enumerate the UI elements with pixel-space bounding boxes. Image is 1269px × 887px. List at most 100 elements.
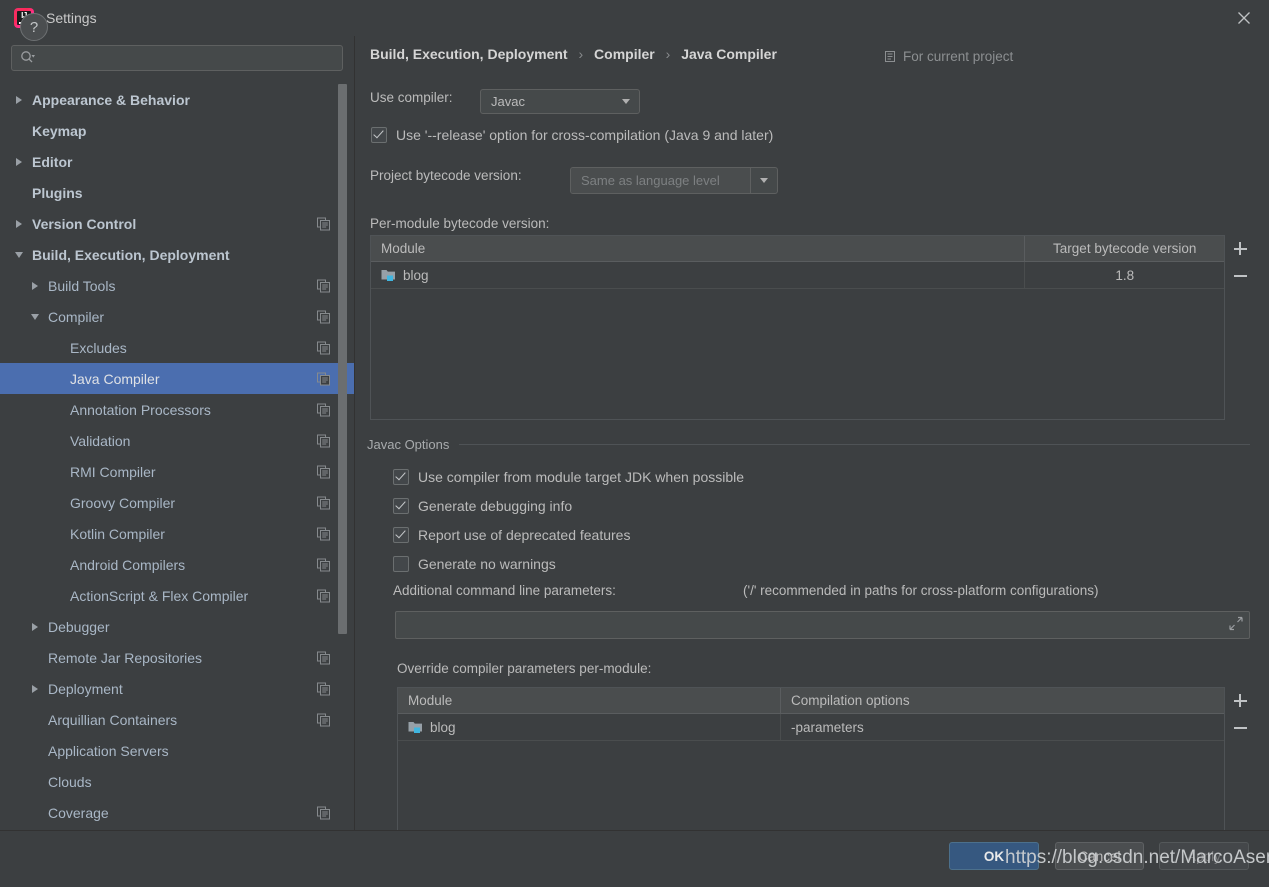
add-override-button[interactable] bbox=[1227, 687, 1253, 714]
sidebar-item-actionscript-flex-compiler[interactable]: ActionScript & Flex Compiler bbox=[0, 580, 354, 611]
sidebar-item-version-control[interactable]: Version Control bbox=[0, 208, 354, 239]
project-bytecode-dropdown[interactable]: Same as language level bbox=[570, 167, 778, 194]
expand-icon[interactable] bbox=[1229, 616, 1243, 634]
column-header-compilation-options[interactable]: Compilation options bbox=[780, 688, 1224, 713]
copy-settings-icon[interactable] bbox=[317, 527, 330, 540]
sidebar-item-editor[interactable]: Editor bbox=[0, 146, 354, 177]
copy-settings-icon[interactable] bbox=[317, 217, 330, 230]
sidebar-item-debugger[interactable]: Debugger bbox=[0, 611, 354, 642]
copy-settings-icon[interactable] bbox=[317, 713, 330, 726]
sidebar-item-label: Version Control bbox=[32, 215, 137, 232]
cell-compilation-options[interactable]: -parameters bbox=[780, 714, 1224, 740]
copy-settings-icon[interactable] bbox=[317, 279, 330, 292]
chevron-down-icon[interactable] bbox=[12, 251, 26, 258]
sidebar-item-annotation-processors[interactable]: Annotation Processors bbox=[0, 394, 354, 425]
additional-params-label: Additional command line parameters: bbox=[393, 583, 616, 598]
close-icon[interactable] bbox=[1233, 7, 1255, 29]
table-header: Module Target bytecode version bbox=[371, 236, 1224, 262]
copy-settings-icon[interactable] bbox=[317, 403, 330, 416]
sidebar-item-arquillian-containers[interactable]: Arquillian Containers bbox=[0, 704, 354, 735]
table-row[interactable]: blog -parameters bbox=[398, 714, 1224, 741]
sidebar-item-label: Arquillian Containers bbox=[48, 711, 178, 728]
sidebar-item-label: Debugger bbox=[48, 618, 110, 635]
copy-settings-icon[interactable] bbox=[317, 589, 330, 602]
checkbox-label: Generate no warnings bbox=[418, 556, 556, 572]
chevron-right-icon[interactable] bbox=[28, 622, 42, 631]
sidebar-item-application-servers[interactable]: Application Servers bbox=[0, 735, 354, 766]
sidebar-item-remote-jar-repositories[interactable]: Remote Jar Repositories bbox=[0, 642, 354, 673]
sidebar-item-validation[interactable]: Validation bbox=[0, 425, 354, 456]
cell-module-text: blog bbox=[430, 719, 456, 735]
chevron-right-icon[interactable] bbox=[12, 157, 26, 166]
copy-settings-icon[interactable] bbox=[317, 434, 330, 447]
cell-module[interactable]: blog bbox=[398, 714, 780, 740]
copy-settings-icon[interactable] bbox=[317, 496, 330, 509]
column-header-module[interactable]: Module bbox=[371, 236, 1024, 261]
copy-settings-icon[interactable] bbox=[317, 806, 330, 819]
sidebar-item-build-tools[interactable]: Build Tools bbox=[0, 270, 354, 301]
sidebar-item-appearance-behavior[interactable]: Appearance & Behavior bbox=[0, 84, 354, 115]
checkbox-generate-debugging-info[interactable]: Generate debugging info bbox=[393, 498, 572, 514]
help-button[interactable]: ? bbox=[20, 13, 48, 41]
sidebar-item-label: Editor bbox=[32, 153, 73, 170]
ok-button[interactable]: OK bbox=[949, 842, 1039, 870]
sidebar-item-android-compilers[interactable]: Android Compilers bbox=[0, 549, 354, 580]
copy-settings-icon[interactable] bbox=[317, 341, 330, 354]
copy-settings-icon[interactable] bbox=[317, 310, 330, 323]
copy-settings-icon[interactable] bbox=[317, 372, 330, 385]
sidebar-item-label: Annotation Processors bbox=[70, 401, 211, 418]
sidebar-item-clouds[interactable]: Clouds bbox=[0, 766, 354, 797]
sidebar-item-label: Plugins bbox=[32, 184, 83, 201]
copy-settings-icon[interactable] bbox=[317, 682, 330, 695]
sidebar-item-plugins[interactable]: Plugins bbox=[0, 177, 354, 208]
sidebar-item-groovy-compiler[interactable]: Groovy Compiler bbox=[0, 487, 354, 518]
project-bytecode-label: Project bytecode version: bbox=[370, 168, 522, 183]
checkbox-generate-no-warnings[interactable]: Generate no warnings bbox=[393, 556, 556, 572]
javac-options-group-title: Javac Options bbox=[367, 437, 458, 452]
chevron-right-icon[interactable] bbox=[12, 95, 26, 104]
project-bytecode-value: Same as language level bbox=[571, 168, 751, 193]
project-bytecode-row: Project bytecode version: bbox=[370, 168, 522, 183]
sidebar-scrollbar-thumb[interactable] bbox=[338, 84, 347, 634]
column-header-module[interactable]: Module bbox=[398, 688, 780, 713]
cell-target-bytecode[interactable]: 1.8 bbox=[1024, 262, 1224, 288]
copy-settings-icon[interactable] bbox=[317, 558, 330, 571]
sidebar-item-kotlin-compiler[interactable]: Kotlin Compiler bbox=[0, 518, 354, 549]
breadcrumb-part-1[interactable]: Build, Execution, Deployment bbox=[370, 46, 568, 62]
copy-settings-icon[interactable] bbox=[317, 651, 330, 664]
chevron-down-icon[interactable] bbox=[28, 313, 42, 320]
table-row[interactable]: blog 1.8 bbox=[371, 262, 1224, 289]
sidebar-item-compiler[interactable]: Compiler bbox=[0, 301, 354, 332]
checkbox-use-compiler-from-target-jdk[interactable]: Use compiler from module target JDK when… bbox=[393, 469, 744, 485]
sidebar-item-build-execution-deployment[interactable]: Build, Execution, Deployment bbox=[0, 239, 354, 270]
additional-params-hint: ('/' recommended in paths for cross-plat… bbox=[743, 583, 1099, 598]
column-header-target-bytecode[interactable]: Target bytecode version bbox=[1024, 236, 1224, 261]
module-folder-icon bbox=[408, 720, 423, 734]
use-compiler-dropdown[interactable]: Javac bbox=[480, 89, 640, 114]
sidebar-item-rmi-compiler[interactable]: RMI Compiler bbox=[0, 456, 354, 487]
sidebar-item-deployment[interactable]: Deployment bbox=[0, 673, 354, 704]
add-module-button[interactable] bbox=[1227, 235, 1253, 262]
sidebar-item-excludes[interactable]: Excludes bbox=[0, 332, 354, 363]
remove-module-button[interactable] bbox=[1227, 262, 1253, 289]
chevron-right-icon[interactable] bbox=[28, 684, 42, 693]
chevron-right-icon[interactable] bbox=[12, 219, 26, 228]
copy-settings-icon[interactable] bbox=[317, 465, 330, 478]
breadcrumb-part-2[interactable]: Compiler bbox=[594, 46, 655, 62]
chevron-down-icon[interactable] bbox=[751, 178, 777, 183]
checkbox-label: Report use of deprecated features bbox=[418, 527, 631, 543]
search-input[interactable] bbox=[39, 50, 334, 66]
remove-override-button[interactable] bbox=[1227, 714, 1253, 741]
release-option-checkbox[interactable]: Use '--release' option for cross-compila… bbox=[371, 127, 773, 143]
sidebar-item-label: Excludes bbox=[70, 339, 127, 356]
sidebar-item-java-compiler[interactable]: Java Compiler bbox=[0, 363, 354, 394]
apply-button[interactable]: Apply bbox=[1159, 842, 1249, 870]
additional-params-input[interactable] bbox=[395, 611, 1250, 639]
search-box[interactable] bbox=[11, 45, 343, 71]
checkbox-report-deprecated[interactable]: Report use of deprecated features bbox=[393, 527, 630, 543]
cell-module[interactable]: blog bbox=[371, 262, 1024, 288]
sidebar-item-keymap[interactable]: Keymap bbox=[0, 115, 354, 146]
cancel-button[interactable]: Cancel bbox=[1055, 842, 1144, 870]
chevron-right-icon[interactable] bbox=[28, 281, 42, 290]
sidebar-item-coverage[interactable]: Coverage bbox=[0, 797, 354, 828]
